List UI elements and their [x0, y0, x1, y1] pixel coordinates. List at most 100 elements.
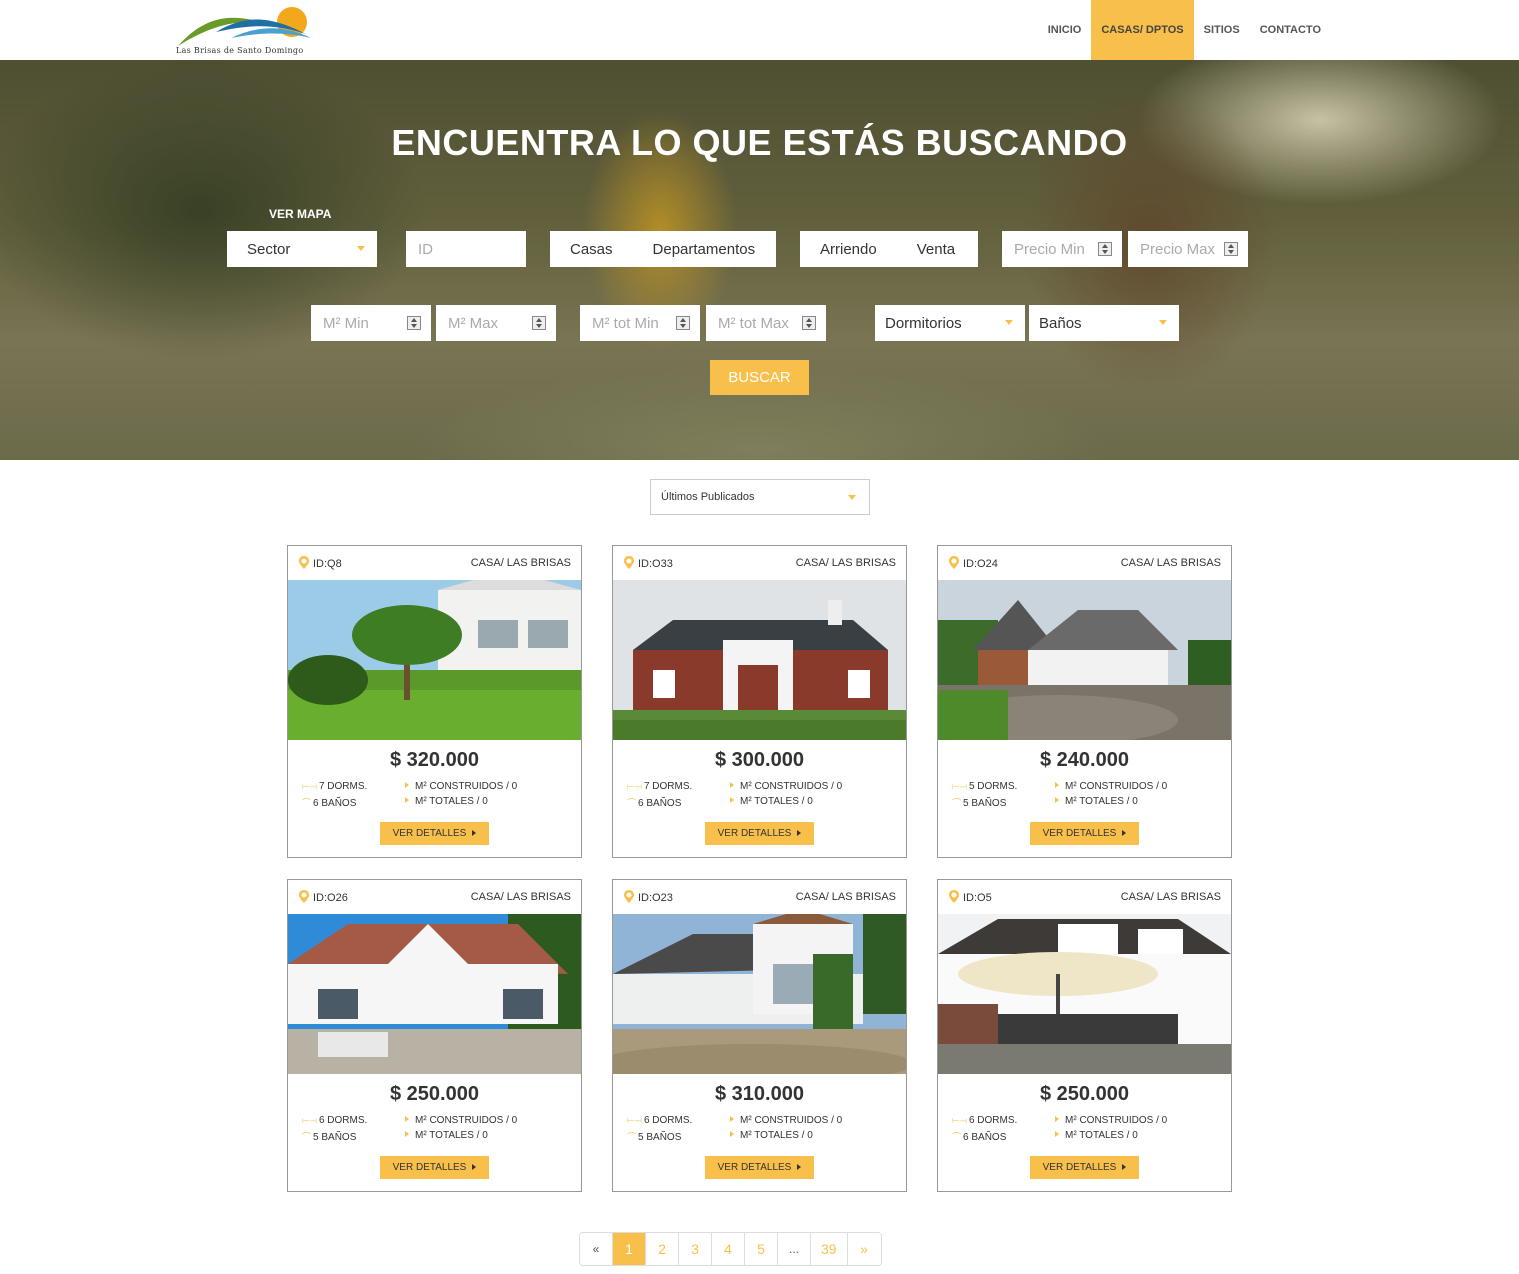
ver-detalles-label: VER DETALLES — [392, 1162, 467, 1173]
hero-search-section: ENCUENTRA LO QUE ESTÁS BUSCANDO VER MAPA… — [0, 60, 1519, 460]
ver-detalles-button[interactable]: VER DETALLES — [705, 822, 814, 845]
pagination-page[interactable]: 1 — [613, 1233, 646, 1265]
spec-dorms: ⟝⟞ 7 DORMS. — [627, 781, 692, 792]
spec-m2-totales: M² TOTALES / 0 — [730, 796, 813, 807]
triangle-bullet-icon — [1055, 782, 1059, 788]
card-header: ID:O5 CASA/ LAS BRISAS — [938, 880, 1231, 914]
pagination: « 1 2 3 4 5 ... 39 » — [579, 1232, 882, 1266]
dormitorios-select[interactable]: Dormitorios — [875, 305, 1025, 341]
property-type: CASA/ LAS BRISAS — [1120, 557, 1221, 569]
property-photo[interactable] — [613, 914, 906, 1074]
property-photo[interactable] — [613, 580, 906, 740]
spec-m2t-text: M² TOTALES / 0 — [1065, 1130, 1138, 1141]
spec-m2-construidos: M² CONSTRUIDOS / 0 — [405, 781, 517, 792]
spec-m2-construidos: M² CONSTRUIDOS / 0 — [1055, 1115, 1167, 1126]
triangle-bullet-icon — [1055, 1131, 1059, 1137]
property-card[interactable]: ID:O26 CASA/ LAS BRISAS $ 250.000 ⟝⟞ 6 DORMS… — [287, 879, 582, 1192]
m2-min-wrap — [311, 305, 431, 341]
spec-m2-totales: M² TOTALES / 0 — [1055, 796, 1138, 807]
spec-dorms-text: 6 DORMS. — [968, 1115, 1018, 1126]
nav-sitios[interactable]: SITIOS — [1194, 0, 1250, 60]
m2-tot-max-wrap — [706, 305, 826, 341]
site-logo[interactable]: Las Brisas de Santo Domingo — [176, 4, 316, 58]
ver-detalles-label: VER DETALLES — [1042, 1162, 1117, 1173]
spinner-icon[interactable] — [532, 316, 546, 330]
property-id: ID:O5 — [963, 892, 992, 904]
logo-text: Las Brisas de Santo Domingo — [176, 46, 304, 55]
sort-select[interactable]: Últimos Publicados — [650, 479, 870, 515]
ver-detalles-button[interactable]: VER DETALLES — [380, 822, 489, 845]
property-card[interactable]: ID:O5 CASA/ LAS BRISAS $ 250.000 ⟝⟞ 6 DORMS.… — [937, 879, 1232, 1192]
triangle-bullet-icon — [730, 797, 734, 803]
property-type: CASA/ LAS BRISAS — [795, 891, 896, 903]
spinner-icon[interactable] — [676, 316, 690, 330]
pagination-page[interactable]: 5 — [745, 1233, 778, 1265]
nav-casas-dptos[interactable]: CASAS/ DPTOS — [1091, 0, 1194, 60]
buscar-button[interactable]: BUSCAR — [710, 360, 809, 395]
triangle-bullet-icon — [1055, 797, 1059, 803]
ver-detalles-label: VER DETALLES — [392, 828, 467, 839]
spinner-icon[interactable] — [802, 316, 816, 330]
bed-icon: ⟝⟞ — [952, 781, 967, 791]
tipo-departamentos-option[interactable]: Departamentos — [633, 241, 776, 258]
spinner-icon[interactable] — [1098, 242, 1112, 256]
ver-mapa-link[interactable]: VER MAPA — [269, 207, 331, 221]
caret-right-icon — [472, 830, 477, 836]
bathtub-icon: ⌒ — [952, 1132, 962, 1142]
property-card[interactable]: ID:O23 CASA/ LAS BRISAS $ 310.000 ⟝⟞ 6 DORMS… — [612, 879, 907, 1192]
property-card[interactable]: ID:Q8 CASA/ LAS BRISAS $ 320.000 ⟝⟞ 7 DORMS.… — [287, 545, 582, 858]
spec-m2t-text: M² TOTALES / 0 — [415, 1130, 488, 1141]
property-photo[interactable] — [938, 914, 1231, 1074]
ver-detalles-button[interactable]: VER DETALLES — [705, 1156, 814, 1179]
chevron-down-icon — [848, 495, 856, 500]
spinner-icon[interactable] — [407, 316, 421, 330]
pagination-page[interactable]: 3 — [679, 1233, 712, 1265]
precio-max-wrap — [1128, 231, 1248, 267]
operacion-arriendo-option[interactable]: Arriendo — [800, 241, 897, 258]
tipo-casas-option[interactable]: Casas — [550, 241, 633, 258]
spec-dorms-text: 6 DORMS. — [318, 1115, 368, 1126]
card-header: ID:Q8 CASA/ LAS BRISAS — [288, 546, 581, 580]
m2-max-wrap — [436, 305, 556, 341]
pagination-next[interactable]: » — [847, 1233, 881, 1265]
pagination-page[interactable]: 4 — [712, 1233, 745, 1265]
property-card[interactable]: ID:O24 CASA/ LAS BRISAS $ 240.000 ⟝⟞ 5 DORMS… — [937, 545, 1232, 858]
spinner-icon[interactable] — [1224, 242, 1238, 256]
property-id: ID:O26 — [313, 892, 348, 904]
bed-icon: ⟝⟞ — [302, 1115, 317, 1125]
pagination-prev[interactable]: « — [580, 1233, 613, 1265]
property-photo[interactable] — [288, 580, 581, 740]
property-card[interactable]: ID:O33 CASA/ LAS BRISAS $ 300.000 ⟝⟞ 7 DORMS… — [612, 545, 907, 858]
property-photo[interactable] — [938, 580, 1231, 740]
ver-detalles-label: VER DETALLES — [717, 828, 792, 839]
id-input[interactable] — [406, 231, 526, 267]
nav-contacto[interactable]: CONTACTO — [1250, 0, 1331, 60]
property-photo[interactable] — [288, 914, 581, 1074]
sector-select[interactable]: Sector — [227, 231, 377, 267]
bed-icon: ⟝⟞ — [302, 781, 317, 791]
ver-detalles-button[interactable]: VER DETALLES — [1030, 1156, 1139, 1179]
operacion-venta-option[interactable]: Venta — [897, 241, 975, 258]
bathtub-icon: ⌒ — [627, 1132, 637, 1142]
card-header: ID:O24 CASA/ LAS BRISAS — [938, 546, 1231, 580]
ver-detalles-button[interactable]: VER DETALLES — [1030, 822, 1139, 845]
triangle-bullet-icon — [405, 797, 409, 803]
banos-select[interactable]: Baños — [1029, 305, 1179, 341]
spec-banos-text: 6 BAÑOS — [313, 798, 357, 809]
pagination-page[interactable]: 2 — [646, 1233, 679, 1265]
property-price: $ 240.000 — [1040, 749, 1129, 771]
bathtub-icon: ⌒ — [627, 798, 637, 808]
caret-right-icon — [797, 1164, 802, 1170]
ver-detalles-button[interactable]: VER DETALLES — [380, 1156, 489, 1179]
chevron-down-icon — [1159, 320, 1167, 325]
spec-banos: ⌒ 6 BAÑOS — [302, 796, 356, 809]
triangle-bullet-icon — [730, 1131, 734, 1137]
nav-inicio[interactable]: INICIO — [1038, 0, 1092, 60]
spec-dorms: ⟝⟞ 6 DORMS. — [952, 1115, 1017, 1126]
property-type: CASA/ LAS BRISAS — [470, 891, 571, 903]
sort-select-value: Últimos Publicados — [661, 491, 755, 503]
spec-m2-totales: M² TOTALES / 0 — [1055, 1130, 1138, 1141]
spec-m2-construidos: M² CONSTRUIDOS / 0 — [1055, 781, 1167, 792]
pagination-page[interactable]: 39 — [811, 1233, 848, 1265]
spec-m2t-text: M² TOTALES / 0 — [1065, 796, 1138, 807]
